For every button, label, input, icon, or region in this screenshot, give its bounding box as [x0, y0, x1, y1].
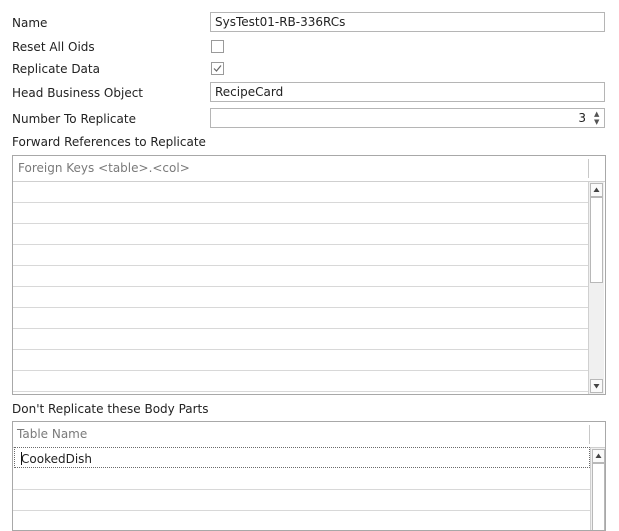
forward-references-grid[interactable]: Foreign Keys <table>.<col>	[12, 155, 606, 395]
checkmark-icon	[213, 65, 222, 72]
name-label: Name	[12, 16, 48, 30]
table-name-column-header[interactable]: Table Name	[17, 427, 87, 441]
reset-oids-checkbox[interactable]	[211, 40, 224, 53]
spin-buttons[interactable]: ▲ ▼	[590, 109, 604, 127]
grid-row-line	[13, 349, 588, 350]
forward-references-label: Forward References to Replicate	[12, 135, 206, 149]
replicate-data-label: Replicate Data	[12, 62, 100, 76]
name-field[interactable]: SysTest01-RB-336RCs	[210, 12, 605, 32]
scroll-up-arrow-icon[interactable]	[590, 183, 603, 197]
head-business-object-field[interactable]: RecipeCard	[210, 82, 605, 102]
body-parts-scrollbar[interactable]	[590, 448, 605, 530]
reset-oids-label: Reset All Oids	[12, 40, 95, 54]
number-to-replicate-label: Number To Replicate	[12, 112, 136, 126]
grid-row-line	[13, 328, 588, 329]
body-parts-header: Table Name	[13, 422, 605, 448]
forward-references-header: Foreign Keys <table>.<col>	[13, 156, 605, 182]
text-caret	[21, 452, 22, 465]
column-divider	[588, 159, 589, 178]
grid-row-line	[13, 489, 590, 490]
column-divider	[589, 425, 590, 444]
number-to-replicate-value[interactable]: 3	[578, 109, 586, 127]
body-parts-label: Don't Replicate these Body Parts	[12, 402, 209, 416]
grid-row-line	[13, 391, 588, 392]
grid-row-line	[13, 510, 590, 511]
grid-row-line	[13, 265, 588, 266]
scroll-down-arrow-icon[interactable]	[590, 379, 603, 393]
spin-down-icon[interactable]: ▼	[594, 119, 599, 126]
table-row[interactable]: CookedDish	[14, 447, 590, 468]
grid-row-line	[13, 286, 588, 287]
grid-row-line	[13, 223, 588, 224]
scrollbar-thumb[interactable]	[590, 197, 603, 283]
foreign-keys-column-header[interactable]: Foreign Keys <table>.<col>	[18, 161, 190, 175]
scroll-up-arrow-icon[interactable]	[592, 449, 605, 463]
body-parts-grid[interactable]: Table Name CookedDish	[12, 421, 606, 531]
number-to-replicate-stepper[interactable]: 3 ▲ ▼	[210, 108, 605, 128]
spin-up-icon[interactable]: ▲	[594, 111, 599, 118]
replicate-data-checkbox[interactable]	[211, 62, 224, 75]
grid-row-line	[13, 202, 588, 203]
head-business-object-label: Head Business Object	[12, 86, 144, 100]
grid-row-line	[13, 307, 588, 308]
grid-row-line	[13, 370, 588, 371]
grid-row-line	[13, 244, 588, 245]
forward-references-scrollbar[interactable]	[588, 182, 604, 394]
